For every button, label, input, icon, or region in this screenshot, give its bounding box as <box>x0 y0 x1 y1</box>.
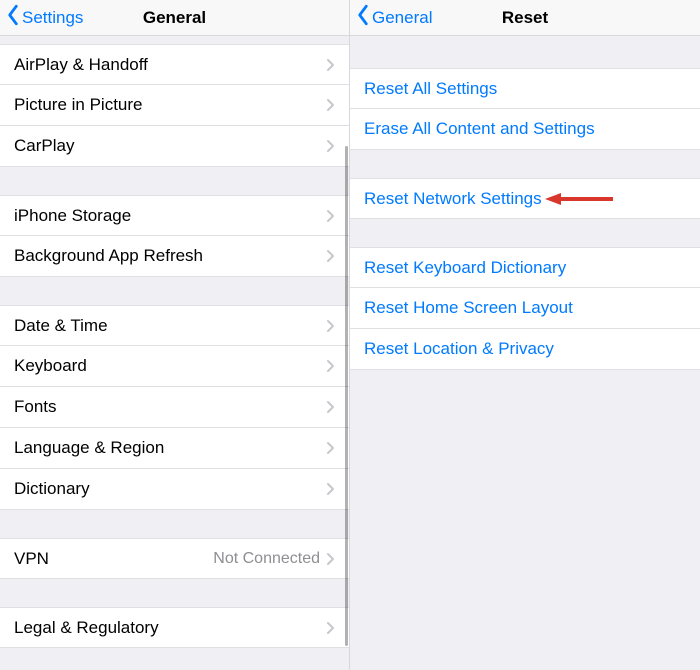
chevron-right-icon <box>326 621 335 635</box>
row-label: CarPlay <box>14 136 326 156</box>
back-label: General <box>372 8 432 28</box>
row-label: Reset Keyboard Dictionary <box>364 258 566 278</box>
row-detail: Not Connected <box>213 550 320 568</box>
row-label: Reset All Settings <box>364 79 497 99</box>
back-label: Settings <box>22 8 83 28</box>
general-scroll[interactable]: AirPlay & Handoff Picture in Picture Car… <box>0 36 349 670</box>
row-label: AirPlay & Handoff <box>14 55 326 75</box>
row-carplay[interactable]: CarPlay <box>0 126 349 167</box>
row-background-app-refresh[interactable]: Background App Refresh <box>0 236 349 277</box>
row-label: iPhone Storage <box>14 206 326 226</box>
row-reset-network-settings[interactable]: Reset Network Settings <box>350 178 700 219</box>
chevron-right-icon <box>326 58 335 72</box>
row-picture-in-picture[interactable]: Picture in Picture <box>0 85 349 126</box>
chevron-left-icon <box>356 4 370 31</box>
row-label: Language & Region <box>14 438 326 458</box>
general-settings-pane: Settings General AirPlay & Handoff Pictu… <box>0 0 350 670</box>
chevron-right-icon <box>326 400 335 414</box>
chevron-right-icon <box>326 319 335 333</box>
row-fonts[interactable]: Fonts <box>0 387 349 428</box>
row-label: VPN <box>14 549 213 569</box>
row-language-region[interactable]: Language & Region <box>0 428 349 469</box>
chevron-right-icon <box>326 209 335 223</box>
row-label: Fonts <box>14 397 326 417</box>
row-label: Reset Home Screen Layout <box>364 298 573 318</box>
arrow-annotation-icon <box>545 191 615 207</box>
row-label: Dictionary <box>14 479 326 499</box>
row-date-time[interactable]: Date & Time <box>0 305 349 346</box>
row-label: Reset Location & Privacy <box>364 339 554 359</box>
row-label: Keyboard <box>14 356 326 376</box>
chevron-right-icon <box>326 249 335 263</box>
row-keyboard[interactable]: Keyboard <box>0 346 349 387</box>
row-label: Date & Time <box>14 316 326 336</box>
chevron-right-icon <box>326 441 335 455</box>
row-vpn[interactable]: VPN Not Connected <box>0 538 349 579</box>
row-reset-all-settings[interactable]: Reset All Settings <box>350 68 700 109</box>
row-reset-home-screen-layout[interactable]: Reset Home Screen Layout <box>350 288 700 329</box>
reset-pane: General Reset Reset All Settings Erase A… <box>350 0 700 670</box>
chevron-right-icon <box>326 482 335 496</box>
reset-scroll[interactable]: Reset All Settings Erase All Content and… <box>350 36 700 670</box>
back-to-settings[interactable]: Settings <box>0 4 83 31</box>
chevron-right-icon <box>326 139 335 153</box>
row-label: Reset Network Settings <box>364 189 542 209</box>
row-reset-location-privacy[interactable]: Reset Location & Privacy <box>350 329 700 370</box>
back-to-general[interactable]: General <box>350 4 432 31</box>
scrollbar[interactable] <box>345 146 348 646</box>
row-iphone-storage[interactable]: iPhone Storage <box>0 195 349 236</box>
row-label: Background App Refresh <box>14 246 326 266</box>
row-legal-regulatory[interactable]: Legal & Regulatory <box>0 607 349 648</box>
chevron-right-icon <box>326 359 335 373</box>
row-dictionary[interactable]: Dictionary <box>0 469 349 510</box>
row-erase-all-content[interactable]: Erase All Content and Settings <box>350 109 700 150</box>
row-label: Picture in Picture <box>14 95 326 115</box>
row-label: Legal & Regulatory <box>14 618 326 638</box>
chevron-right-icon <box>326 98 335 112</box>
navbar-reset: General Reset <box>350 0 700 36</box>
row-reset-keyboard-dictionary[interactable]: Reset Keyboard Dictionary <box>350 247 700 288</box>
row-airplay-handoff[interactable]: AirPlay & Handoff <box>0 44 349 85</box>
navbar-general: Settings General <box>0 0 349 36</box>
row-label: Erase All Content and Settings <box>364 119 595 139</box>
chevron-left-icon <box>6 4 20 31</box>
chevron-right-icon <box>326 552 335 566</box>
